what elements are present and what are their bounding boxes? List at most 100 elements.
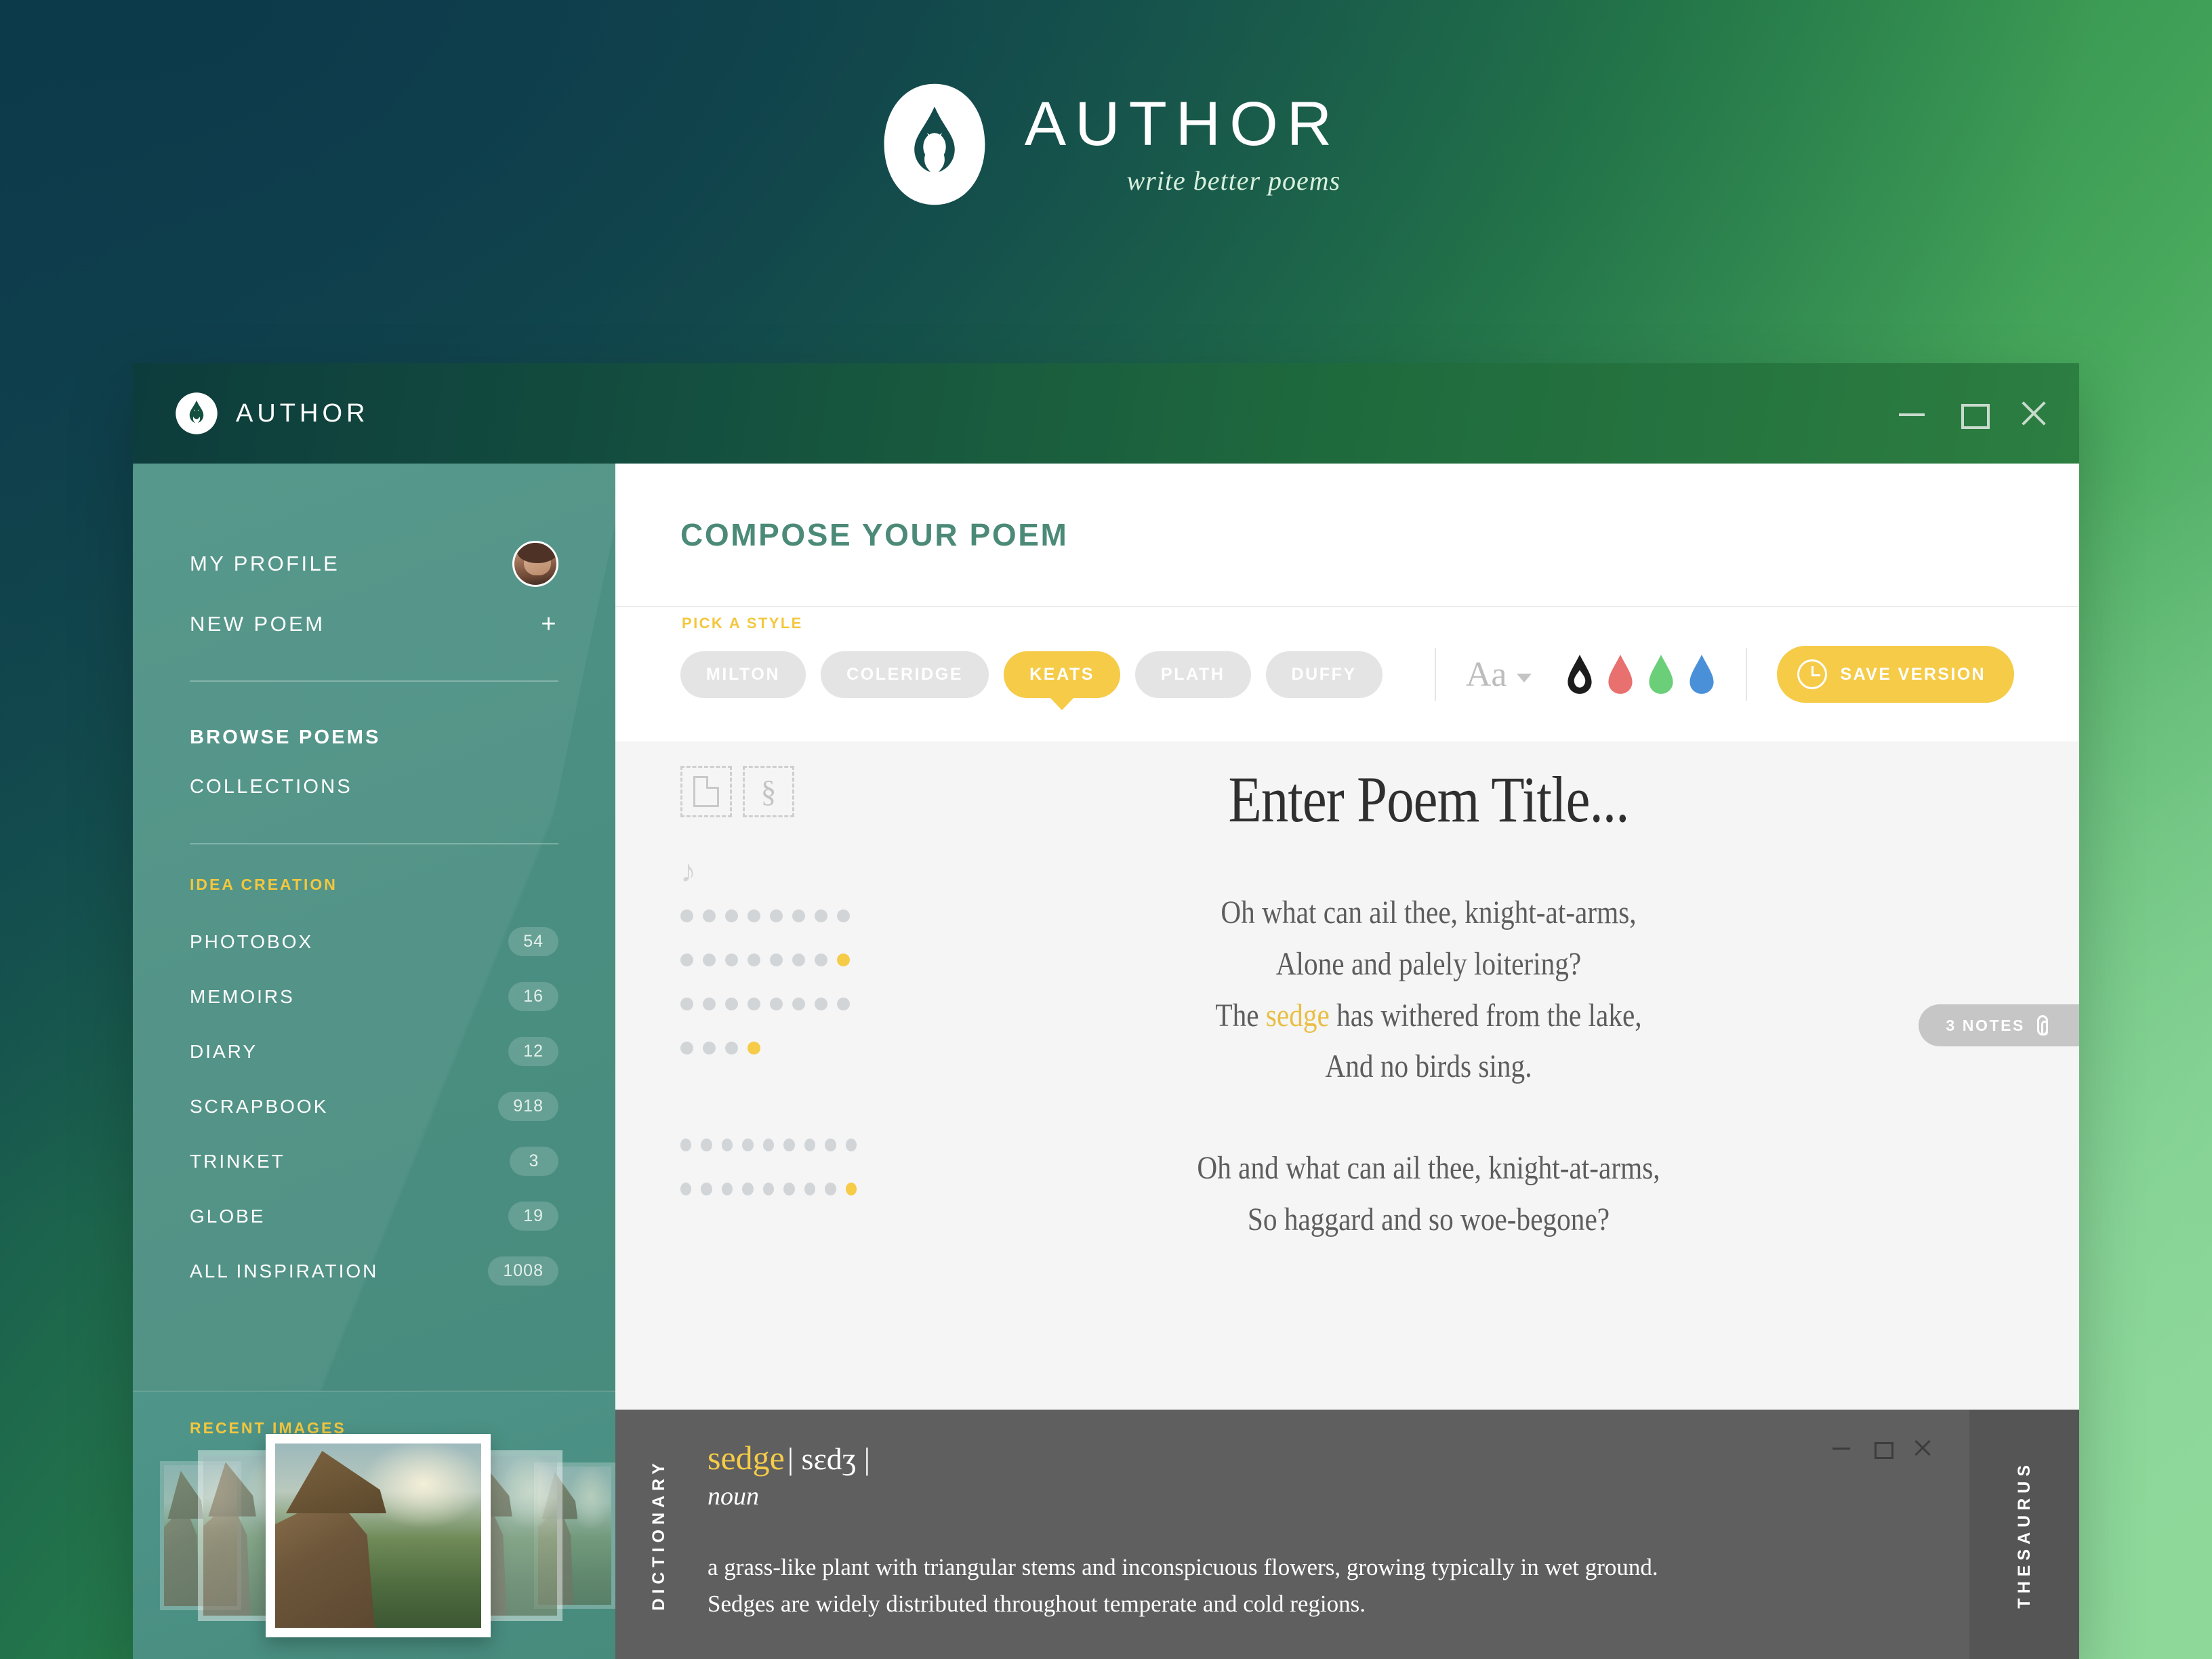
syllable-dot-row xyxy=(680,1042,857,1054)
poem-line: Alone and palely loitering? xyxy=(1275,945,1582,982)
highlighted-word[interactable]: sedge xyxy=(1266,998,1330,1033)
app-window: AUTHOR MY PROFILE NEW POEM + BROWSE POEM… xyxy=(133,363,2079,1659)
hero-brand-name: AUTHOR xyxy=(1024,89,1341,159)
sidebar-item-label: COLLECTIONS xyxy=(190,776,352,798)
thesaurus-tab[interactable]: THESAURUS xyxy=(1969,1410,2079,1659)
style-pill-keats[interactable]: KEATS xyxy=(1004,651,1121,698)
sidebar-item-label: BROWSE POEMS xyxy=(190,726,381,748)
sidebar-item-photobox[interactable]: PHOTOBOX 54 xyxy=(190,914,558,969)
sidebar-item-globe[interactable]: GLOBE 19 xyxy=(190,1189,558,1244)
hero-branding: AUTHOR write better poems xyxy=(0,81,2212,207)
sidebar-item-trinket[interactable]: TRINKET 3 xyxy=(190,1134,558,1189)
music-note-icon[interactable]: ♪ xyxy=(680,855,857,886)
poem-line: Oh what can ail thee, knight-at-arms, xyxy=(1221,895,1637,930)
insert-page-placeholder[interactable] xyxy=(680,766,732,817)
carousel-thumb-active[interactable] xyxy=(266,1434,491,1637)
sidebar-item-collections[interactable]: COLLECTIONS xyxy=(190,762,558,812)
sidebar-item-all-inspiration[interactable]: ALL INSPIRATION 1008 xyxy=(190,1244,558,1298)
syllable-dot-row xyxy=(680,909,857,922)
window-controls xyxy=(1898,399,2048,429)
sidebar-divider-top xyxy=(190,680,558,682)
dictionary-close-button[interactable] xyxy=(1914,1439,1931,1457)
dictionary-definition: a grass-like plant with triangular stems… xyxy=(708,1554,1658,1618)
window-titlebar: AUTHOR xyxy=(133,363,2079,464)
notes-badge-label: 3 NOTES xyxy=(1946,1016,2025,1034)
sidebar-item-label: DIARY xyxy=(190,1040,258,1062)
minimize-button[interactable] xyxy=(1898,399,1926,428)
sidebar-item-scrapbook[interactable]: SCRAPBOOK 918 xyxy=(190,1079,558,1134)
style-pill-coleridge[interactable]: COLERIDGE xyxy=(821,651,989,698)
poem-title-input[interactable]: Enter Poem Title... xyxy=(950,762,1906,837)
dictionary-minimize-button[interactable] xyxy=(1832,1439,1850,1457)
dictionary-panel: DICTIONARY sedge | sɛdʒ | noun a grass-l… xyxy=(615,1410,1969,1659)
dictionary-window-controls xyxy=(1832,1439,1931,1459)
style-pill-milton[interactable]: MILTON xyxy=(680,651,806,698)
save-version-button[interactable]: SAVE VERSION xyxy=(1776,646,2014,703)
sidebar-item-my-profile[interactable]: MY PROFILE xyxy=(190,529,558,599)
poem-body[interactable]: Enter Poem Title... Oh what can ail thee… xyxy=(859,741,1998,1246)
dictionary-tab[interactable]: DICTIONARY xyxy=(615,1410,702,1659)
sidebar-item-browse-poems[interactable]: BROWSE POEMS xyxy=(190,713,558,762)
sidebar-item-label: MY PROFILE xyxy=(190,552,340,575)
syllable-dot-row xyxy=(680,954,857,966)
editor-gutter: § ♪ xyxy=(680,766,857,1195)
color-swatches xyxy=(1565,653,1716,695)
toolbar-divider-right xyxy=(1745,648,1747,701)
sidebar-item-label: SCRAPBOOK xyxy=(190,1095,329,1117)
clock-icon xyxy=(1797,659,1827,689)
avatar[interactable] xyxy=(512,541,558,587)
syllable-dot-row xyxy=(680,1139,857,1151)
section-icon: § xyxy=(760,774,777,808)
window-title: AUTHOR xyxy=(236,398,369,428)
poem-editor[interactable]: § ♪ Enter Poem Title... Oh what can ail … xyxy=(615,741,2079,1659)
maximize-button[interactable] xyxy=(1959,399,1990,429)
insert-section-placeholder[interactable]: § xyxy=(743,766,794,817)
status-badge: 16 xyxy=(508,982,558,1011)
hero-tagline: write better poems xyxy=(1126,165,1341,196)
style-picker: PICK A STYLE MILTON COLERIDGE KEATS PLAT… xyxy=(680,615,1382,698)
dictionary-tab-label: DICTIONARY xyxy=(649,1458,668,1611)
sidebar-item-diary[interactable]: DIARY 12 xyxy=(190,1024,558,1079)
sidebar-item-label: ALL INSPIRATION xyxy=(190,1260,379,1282)
poem-stanza: Oh and what can ail thee, knight-at-arms… xyxy=(859,1143,1998,1246)
sidebar: MY PROFILE NEW POEM + BROWSE POEMS COLLE… xyxy=(133,464,615,1659)
sidebar-item-label: TRINKET xyxy=(190,1150,285,1172)
dictionary-maximize-button[interactable] xyxy=(1873,1439,1893,1459)
paperclip-icon xyxy=(2037,1015,2048,1036)
green-flame-swatch[interactable] xyxy=(1647,653,1675,695)
notes-badge[interactable]: 3 NOTES xyxy=(1919,1004,2079,1046)
black-flame-swatch[interactable] xyxy=(1565,653,1594,695)
sidebar-item-label: PHOTOBOX xyxy=(190,930,314,952)
recent-images-panel: RECENT IMAGES xyxy=(133,1391,615,1659)
syllable-dot-row xyxy=(680,1183,857,1195)
status-badge: 12 xyxy=(508,1037,558,1066)
plus-icon[interactable]: + xyxy=(541,611,558,637)
status-badge: 19 xyxy=(508,1202,558,1231)
sidebar-item-memoirs[interactable]: MEMOIRS 16 xyxy=(190,969,558,1024)
sidebar-item-label: MEMOIRS xyxy=(190,985,295,1007)
font-picker-button[interactable]: Aa xyxy=(1466,655,1532,695)
recent-images-carousel[interactable] xyxy=(133,1434,615,1637)
flame-droplet-logo-icon xyxy=(884,83,985,205)
save-version-label: SAVE VERSION xyxy=(1840,664,1986,684)
syllable-dot-row xyxy=(680,998,857,1010)
sidebar-item-label: GLOBE xyxy=(190,1205,266,1227)
sidebar-item-new-poem[interactable]: NEW POEM + xyxy=(190,599,558,649)
poem-line: And no birds sing. xyxy=(1325,1048,1532,1085)
style-pill-duffy[interactable]: DUFFY xyxy=(1265,651,1382,698)
poem-line: Oh and what can ail thee, knight-at-arms… xyxy=(1197,1150,1660,1187)
blue-flame-swatch[interactable] xyxy=(1687,653,1716,695)
main-header: COMPOSE YOUR POEM xyxy=(615,464,2079,607)
red-flame-swatch[interactable] xyxy=(1606,653,1635,695)
page-title: COMPOSE YOUR POEM xyxy=(680,517,1069,552)
status-badge: 918 xyxy=(498,1092,558,1121)
editor-toolbar: PICK A STYLE MILTON COLERIDGE KEATS PLAT… xyxy=(615,607,2079,741)
poem-line-post: has withered from the lake, xyxy=(1329,997,1642,1033)
recent-images-heading: RECENT IMAGES xyxy=(190,1419,346,1437)
dictionary-ipa: | sɛdʒ | xyxy=(787,1441,870,1476)
thesaurus-tab-label: THESAURUS xyxy=(2014,1460,2034,1609)
status-badge: 54 xyxy=(508,927,558,956)
style-pill-plath[interactable]: PLATH xyxy=(1135,651,1251,698)
sidebar-divider-bottom xyxy=(190,843,558,844)
close-button[interactable] xyxy=(2020,399,2048,428)
